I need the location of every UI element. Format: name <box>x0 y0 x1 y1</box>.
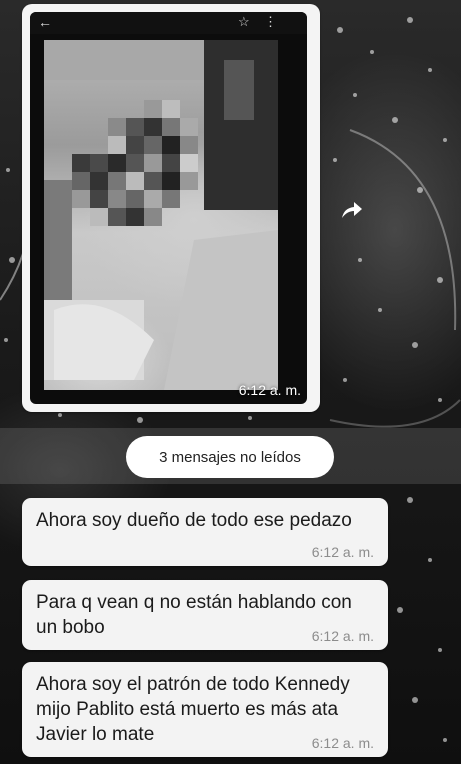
forward-arrow-icon[interactable] <box>336 196 366 226</box>
more-menu-icon[interactable]: ⋮ <box>264 14 277 30</box>
unread-messages-banner: 3 mensajes no leídos <box>126 436 334 478</box>
pixelated-censor <box>44 40 278 390</box>
message-text: Ahora soy dueño de todo ese pedazo <box>36 510 352 531</box>
photo-viewer-toolbar: ← ☆ ⋮ <box>30 12 307 34</box>
message-time: 6:12 a. m. <box>311 628 374 644</box>
back-arrow-icon[interactable]: ← <box>38 14 52 30</box>
image-message-photo[interactable]: ← ☆ ⋮ 6:12 a. m. <box>30 12 307 404</box>
message-time: 6:12 a. m. <box>311 735 374 751</box>
message-bubble[interactable]: Ahora soy el patrón de todo Kennedy mijo… <box>22 662 388 757</box>
image-message-time: 6:12 a. m. <box>238 382 301 398</box>
unread-messages-label: 3 mensajes no leídos <box>159 448 301 466</box>
blurred-photo <box>44 40 278 390</box>
star-icon[interactable]: ☆ <box>238 14 250 30</box>
message-bubble[interactable]: Ahora soy dueño de todo ese pedazo 6:12 … <box>22 498 388 566</box>
message-time: 6:12 a. m. <box>311 544 374 560</box>
message-bubble[interactable]: Para q vean q no están hablando con un b… <box>22 580 388 650</box>
